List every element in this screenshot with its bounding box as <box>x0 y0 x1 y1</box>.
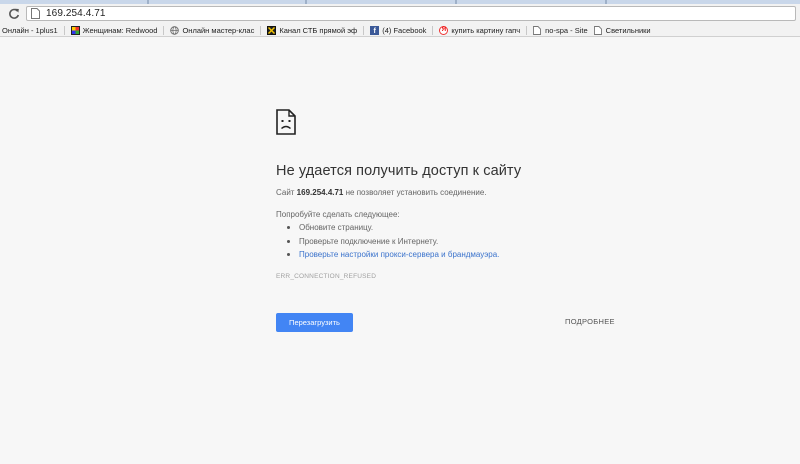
page-icon <box>593 25 603 35</box>
suggestions-heading: Попробуйте сделать следующее: <box>276 210 400 219</box>
list-item: Проверьте подключение к Интернету. <box>276 237 499 251</box>
sad-document-icon <box>276 109 296 135</box>
bookmark-label: (4) Facebook <box>382 25 427 35</box>
details-button[interactable]: ПОДРОБНЕЕ <box>565 317 615 326</box>
bullet <box>287 226 290 229</box>
bookmark-1plus1[interactable]: Онлайн - 1plus1 <box>2 26 58 35</box>
bookmark-label: Канал СТБ прямой эф <box>279 25 358 35</box>
bookmark-label: Женщинам: Redwood <box>82 25 158 35</box>
stb-logo-icon <box>267 25 277 35</box>
bookmarks-bar: Онлайн - 1plus1 Женщинам: Redwood Онлайн… <box>0 24 800 37</box>
yandex-icon: Я <box>439 25 449 35</box>
bookmark-separator <box>432 25 434 35</box>
desc-prefix: Сайт <box>276 188 297 197</box>
list-item: Проверьте настройки прокси-сервера и бра… <box>276 250 499 264</box>
suggestion-text: Обновите страницу. <box>299 223 374 232</box>
bookmark-separator <box>163 25 165 35</box>
bookmark-facebook[interactable]: f (4) Facebook <box>370 25 427 35</box>
browser-toolbar: 169.254.4.71 <box>0 4 800 24</box>
address-url: 169.254.4.71 <box>46 8 106 19</box>
bullet <box>287 239 290 243</box>
list-item: Обновите страницу. <box>276 223 499 237</box>
bullet <box>287 253 290 256</box>
bookmark-label: Онлайн мастер-клас <box>182 25 255 35</box>
proxy-settings-link[interactable]: Проверьте настройки прокси-сервера и бра… <box>299 250 499 259</box>
reload-button[interactable]: Перезагрузить <box>276 313 353 332</box>
bookmark-label: купить картину гапч <box>451 25 521 35</box>
suggestions-list: Обновите страницу. Проверьте подключение… <box>276 223 499 264</box>
bookmark-separator <box>526 25 528 35</box>
bookmark-label: no-spa - Site <box>545 25 588 35</box>
error-code: ERR_CONNECTION_REFUSED <box>276 273 377 280</box>
bookmark-redwood[interactable]: Женщинам: Redwood <box>70 25 158 35</box>
page-icon <box>31 8 41 20</box>
bookmark-master-class[interactable]: Онлайн мастер-клас <box>170 26 254 35</box>
colorful-square-icon <box>70 25 80 35</box>
bookmark-separator <box>260 25 262 35</box>
error-description: Сайт 169.254.4.71 не позволяет установит… <box>276 188 487 197</box>
bookmark-separator <box>363 25 365 35</box>
bookmark-label: Онлайн - 1plus1 <box>2 25 58 35</box>
facebook-icon: f <box>370 25 380 35</box>
error-title: Не удается получить доступ к сайту <box>276 163 522 179</box>
bookmark-no-spa[interactable]: no-spa - Site <box>533 26 588 35</box>
desc-suffix: не позволяет установить соединение. <box>343 188 487 197</box>
bookmark-stb[interactable]: Канал СТБ прямой эф <box>267 25 358 35</box>
desc-host: 169.254.4.71 <box>296 188 344 197</box>
bookmark-lamps[interactable]: Светильники <box>593 25 651 35</box>
bookmark-label: Светильники <box>605 25 651 35</box>
reload-icon[interactable] <box>6 6 22 22</box>
suggestion-text: Проверьте подключение к Интернету. <box>299 236 439 246</box>
bookmark-painting[interactable]: Я купить картину гапч <box>439 25 521 35</box>
page-icon <box>533 25 542 35</box>
bookmark-separator <box>63 25 65 35</box>
address-bar[interactable]: 169.254.4.71 <box>26 6 796 21</box>
globe-icon <box>170 25 180 35</box>
